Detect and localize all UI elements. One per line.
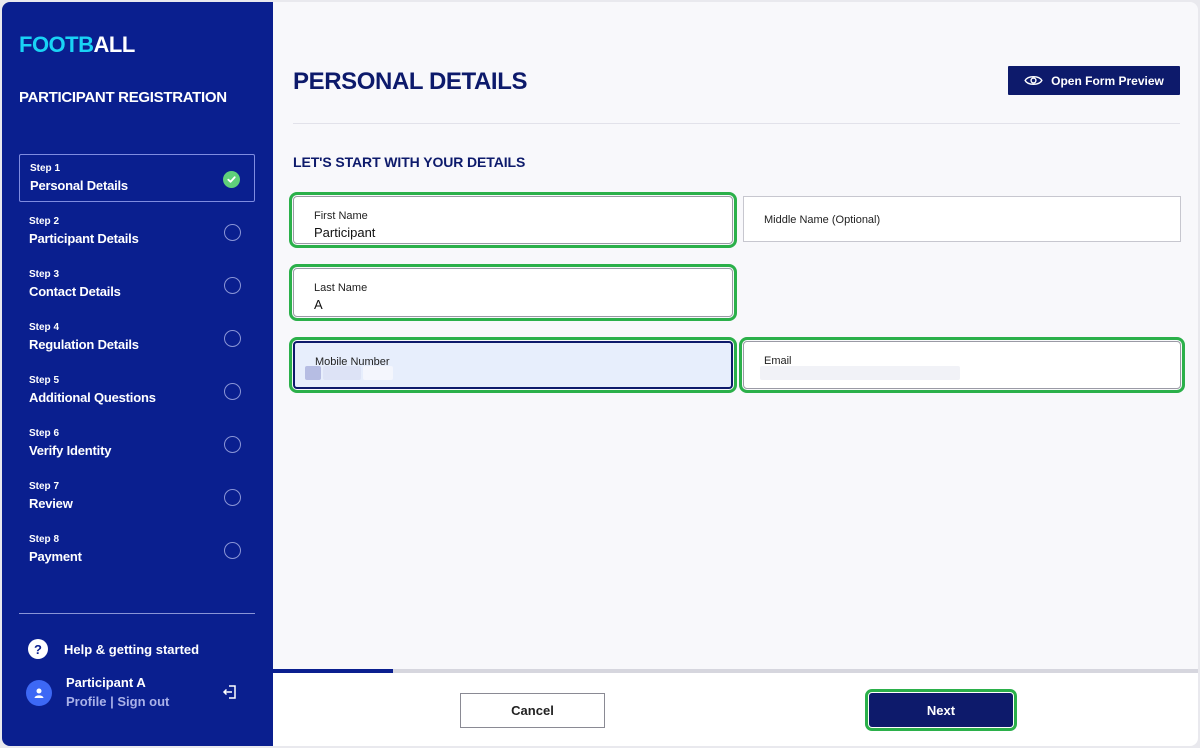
- email-field[interactable]: Email: [739, 337, 1185, 393]
- sign-out-icon[interactable]: [222, 684, 238, 700]
- step-label: Review: [29, 496, 73, 511]
- step-number: Step 1: [30, 163, 61, 174]
- empty-circle-icon: [224, 542, 241, 559]
- step-label: Regulation Details: [29, 337, 139, 352]
- section-title: LET'S START WITH YOUR DETAILS: [293, 154, 526, 170]
- step-number: Step 8: [29, 534, 60, 545]
- link-separator: |: [110, 694, 114, 709]
- redacted-block: [760, 366, 960, 380]
- sidebar-title: PARTICIPANT REGISTRATION: [19, 89, 227, 106]
- middle-name-label: Middle Name (Optional): [764, 214, 881, 226]
- step-label: Participant Details: [29, 231, 139, 246]
- logo-part-2: ALL: [93, 32, 136, 57]
- step-review[interactable]: Step 7 Review: [19, 473, 255, 521]
- step-contact-details[interactable]: Step 3 Contact Details: [19, 261, 255, 309]
- empty-circle-icon: [224, 330, 241, 347]
- user-name: Participant A: [66, 675, 146, 690]
- profile-link[interactable]: Profile: [66, 694, 106, 709]
- redacted-block: [363, 366, 393, 380]
- step-label: Contact Details: [29, 284, 121, 299]
- step-personal-details[interactable]: Step 1 Personal Details: [19, 154, 255, 202]
- last-name-label: Last Name: [314, 282, 368, 294]
- user-icon: [34, 688, 44, 698]
- step-verify-identity[interactable]: Step 6 Verify Identity: [19, 420, 255, 468]
- mobile-number-field[interactable]: Mobile Number: [289, 337, 737, 393]
- last-name-value: A: [314, 297, 323, 312]
- user-panel: Participant A Profile | Sign out: [26, 674, 246, 714]
- step-number: Step 2: [29, 216, 60, 227]
- redacted-block: [323, 366, 361, 380]
- step-number: Step 5: [29, 375, 60, 386]
- step-number: Step 4: [29, 322, 60, 333]
- step-number: Step 3: [29, 269, 60, 280]
- step-number: Step 7: [29, 481, 60, 492]
- sidebar: FOOTBALL PARTICIPANT REGISTRATION Step 1…: [2, 2, 273, 746]
- empty-circle-icon: [224, 489, 241, 506]
- preview-button-label: Open Form Preview: [1051, 73, 1164, 88]
- first-name-field[interactable]: First Name Participant: [289, 192, 737, 248]
- logo-part-1: FOOTB: [19, 32, 94, 57]
- last-name-field[interactable]: Last Name A: [289, 264, 737, 321]
- signout-link[interactable]: Sign out: [117, 694, 169, 709]
- help-link[interactable]: ? Help & getting started: [28, 639, 199, 659]
- step-number: Step 6: [29, 428, 60, 439]
- avatar[interactable]: [26, 680, 52, 706]
- check-circle-icon: [223, 171, 240, 188]
- footer: Cancel Next: [273, 673, 1198, 746]
- middle-name-field[interactable]: Middle Name (Optional): [743, 196, 1181, 242]
- eye-icon: [1024, 75, 1043, 86]
- step-label: Personal Details: [30, 178, 128, 193]
- redacted-block: [305, 366, 321, 380]
- next-button[interactable]: Next: [865, 689, 1017, 731]
- step-additional-questions[interactable]: Step 5 Additional Questions: [19, 367, 255, 415]
- help-label: Help & getting started: [64, 641, 200, 657]
- step-label: Verify Identity: [29, 443, 112, 458]
- cancel-button[interactable]: Cancel: [460, 693, 605, 728]
- user-links: Profile | Sign out: [66, 694, 169, 709]
- step-payment[interactable]: Step 8 Payment: [19, 526, 255, 574]
- step-regulation-details[interactable]: Step 4 Regulation Details: [19, 314, 255, 362]
- empty-circle-icon: [224, 224, 241, 241]
- page-title: PERSONAL DETAILS: [293, 68, 528, 95]
- step-label: Additional Questions: [29, 390, 156, 405]
- header-divider: [293, 123, 1180, 124]
- empty-circle-icon: [224, 436, 241, 453]
- empty-circle-icon: [224, 383, 241, 400]
- step-label: Payment: [29, 549, 82, 564]
- empty-circle-icon: [224, 277, 241, 294]
- logo[interactable]: FOOTBALL: [19, 32, 135, 58]
- open-form-preview-button[interactable]: Open Form Preview: [1008, 66, 1180, 95]
- question-mark-icon: ?: [28, 639, 48, 659]
- sidebar-divider: [19, 613, 255, 614]
- step-participant-details[interactable]: Step 2 Participant Details: [19, 208, 255, 256]
- first-name-label: First Name: [314, 210, 368, 222]
- main-content: PERSONAL DETAILS Open Form Preview LET'S…: [273, 2, 1198, 669]
- first-name-value: Participant: [314, 225, 376, 240]
